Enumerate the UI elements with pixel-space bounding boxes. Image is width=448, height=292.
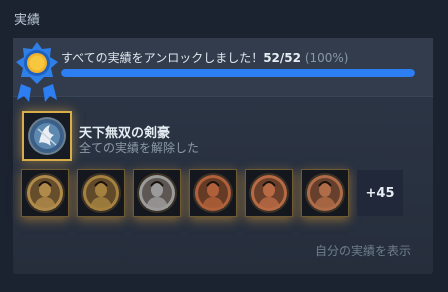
view-my-achievements-link[interactable]: 自分の実績を表示 bbox=[315, 242, 411, 259]
summary-text: すべての実績をアンロックしました！52/52 (100%) bbox=[61, 49, 348, 66]
blue-ribbon-medal-icon bbox=[16, 42, 58, 102]
achievements-panel: すべての実績をアンロックしました！52/52 (100%) 天下無双の剣豪 全て… bbox=[13, 38, 433, 274]
warrior-portrait-icon bbox=[78, 170, 124, 216]
featured-achievement-icon[interactable] bbox=[24, 113, 70, 159]
achievement-icon[interactable] bbox=[302, 170, 348, 216]
summary-count: 52/52 bbox=[263, 51, 301, 65]
featured-achievement-description: 全ての実績を解除した bbox=[79, 141, 200, 155]
achievement-icon[interactable] bbox=[22, 170, 68, 216]
samurai-crest-icon bbox=[24, 113, 70, 159]
warrior-portrait-icon bbox=[22, 170, 68, 216]
progress-bar bbox=[61, 69, 415, 77]
demon-portrait-icon bbox=[246, 170, 292, 216]
woman-portrait-icon bbox=[134, 170, 180, 216]
more-achievements-count: +45 bbox=[365, 185, 395, 201]
more-achievements-button[interactable]: +45 bbox=[357, 170, 403, 216]
achievement-icon[interactable] bbox=[78, 170, 124, 216]
progress-fill bbox=[61, 69, 415, 77]
section-title: 実績 bbox=[14, 13, 41, 28]
achievement-icon[interactable] bbox=[190, 170, 236, 216]
kanji-emblem-icon bbox=[190, 170, 236, 216]
woman-portrait-icon bbox=[302, 170, 348, 216]
achievement-icon[interactable] bbox=[246, 170, 292, 216]
summary-message: すべての実績をアンロックしました！ bbox=[61, 51, 264, 65]
summary-row: すべての実績をアンロックしました！52/52 (100%) bbox=[13, 38, 433, 102]
summary-percent: (100%) bbox=[304, 51, 349, 65]
achievement-icon[interactable] bbox=[134, 170, 180, 216]
